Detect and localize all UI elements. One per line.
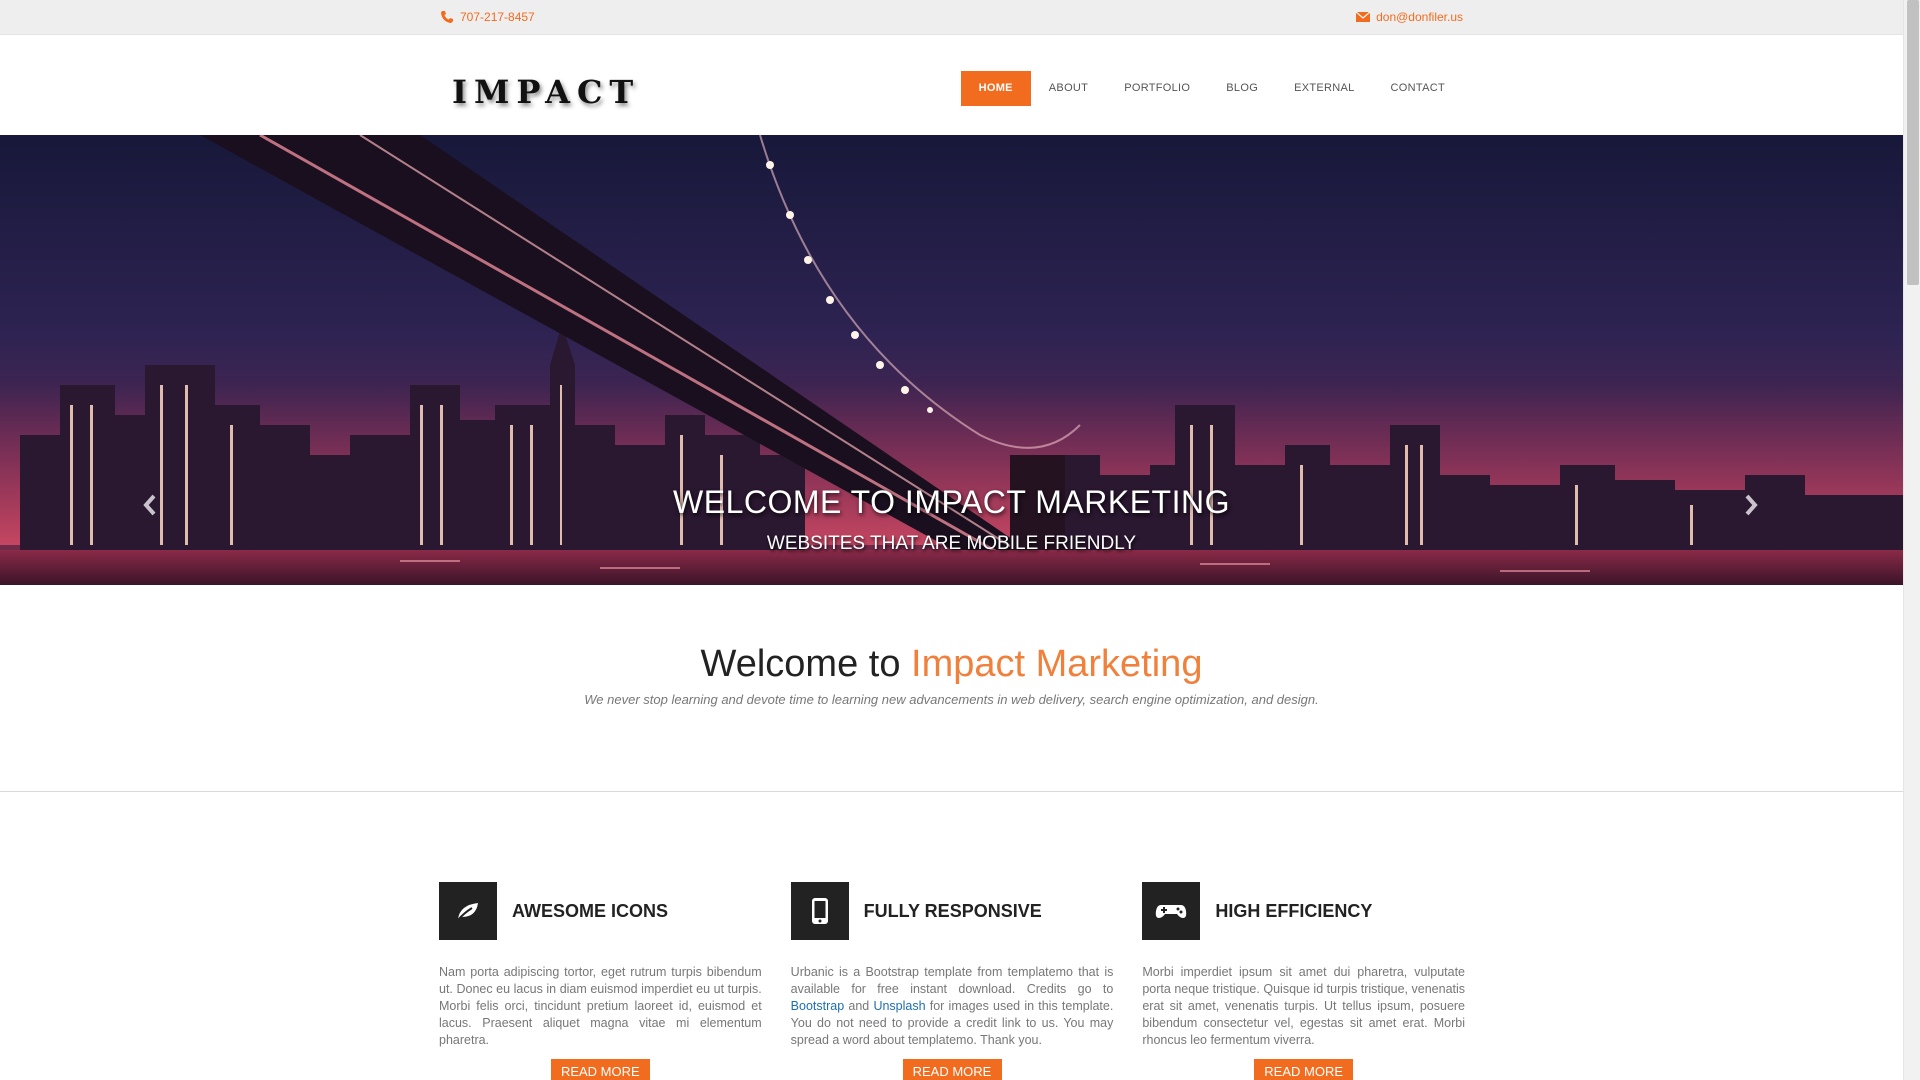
nav-item-blog[interactable]: BLOG (1208, 71, 1276, 106)
site-header: IMPACT HOME ABOUT PORTFOLIO BLOG EXTERNA… (0, 35, 1903, 135)
welcome-tagline: We never stop learning and devote time t… (584, 692, 1319, 707)
hero-subtitle: WEBSITES THAT ARE MOBILE FRIENDLY (766, 533, 1137, 554)
scrollbar-thumb[interactable] (1907, 0, 1919, 285)
contact-bar: 707-217-8457 don@donfiler.us (0, 0, 1903, 35)
hero-title: WELCOME TO IMPACT MARKETING (673, 484, 1230, 520)
feature-fully-responsive: FULLY RESPONSIVE Urbanic is a Bootstrap … (790, 882, 1114, 1080)
gamepad-icon (1142, 882, 1201, 940)
feature-text: Nam porta adipiscing tortor, eget rutrum… (439, 965, 762, 1047)
leaf-icon (439, 882, 497, 940)
welcome-heading: Welcome to Impact Marketing (0, 643, 1903, 686)
mobile-phone-icon (790, 882, 849, 940)
phone-contact[interactable]: 707-217-8457 (440, 10, 535, 24)
feature-header: AWESOME ICONS (439, 882, 762, 940)
page-content: 707-217-8457 don@donfiler.us IMPACT HOME… (0, 0, 1903, 1080)
feature-header: FULLY RESPONSIVE (790, 882, 1114, 940)
phone-number: 707-217-8457 (460, 10, 535, 24)
feature-text: Urbanic is a Bootstrap template from tem… (791, 964, 1114, 1049)
nav-item-external[interactable]: EXTERNAL (1276, 71, 1372, 106)
unsplash-link[interactable]: Unsplash (873, 999, 925, 1013)
browser-viewport: 707-217-8457 don@donfiler.us IMPACT HOME… (0, 0, 1920, 1080)
feature-text: Morbi imperdiet ipsum sit amet dui phare… (1142, 965, 1466, 1047)
main-nav: HOME ABOUT PORTFOLIO BLOG EXTERNAL CONTA… (960, 71, 1463, 106)
feature-title: HIGH EFFICIENCY (1215, 900, 1373, 921)
feature-title: AWESOME ICONS (512, 900, 669, 921)
site-logo[interactable]: IMPACT (452, 73, 640, 111)
feature-title: FULLY RESPONSIVE (863, 900, 1042, 921)
phone-icon (441, 11, 453, 23)
feature-high-efficiency: HIGH EFFICIENCY Morbi imperdiet ipsum si… (1142, 882, 1465, 1080)
read-more-button[interactable]: READ MORE (1254, 1059, 1354, 1080)
read-more-button[interactable]: READ MORE (902, 1059, 1002, 1080)
welcome-section: Welcome to Impact Marketing We never sto… (0, 585, 1903, 792)
feature-awesome-icons: AWESOME ICONS Nam porta adipiscing torto… (439, 882, 762, 1080)
email-address: don@donfiler.us (1376, 10, 1463, 24)
feature-text-part: Urbanic is a Bootstrap template from tem… (790, 965, 1114, 996)
page-scrollbar[interactable] (1903, 0, 1920, 1080)
feature-text-part: and (844, 999, 874, 1013)
email-contact[interactable]: don@donfiler.us (1356, 10, 1463, 24)
welcome-heading-accent: Impact Marketing (911, 643, 1203, 685)
read-more-button[interactable]: READ MORE (550, 1059, 650, 1080)
feature-header: HIGH EFFICIENCY (1142, 882, 1465, 940)
nav-item-portfolio[interactable]: PORTFOLIO (1106, 71, 1208, 106)
bootstrap-link[interactable]: Bootstrap (791, 999, 845, 1013)
nav-item-about[interactable]: ABOUT (1031, 71, 1106, 106)
nav-item-home[interactable]: HOME (960, 71, 1031, 106)
hero-carousel: WELCOME TO IMPACT MARKETING WEBSITES THA… (0, 135, 1903, 585)
features-row: AWESOME ICONS Nam porta adipiscing torto… (439, 882, 1465, 1080)
envelope-icon (1356, 12, 1371, 22)
welcome-heading-plain: Welcome to (700, 643, 912, 685)
nav-item-contact[interactable]: CONTACT (1373, 71, 1463, 106)
